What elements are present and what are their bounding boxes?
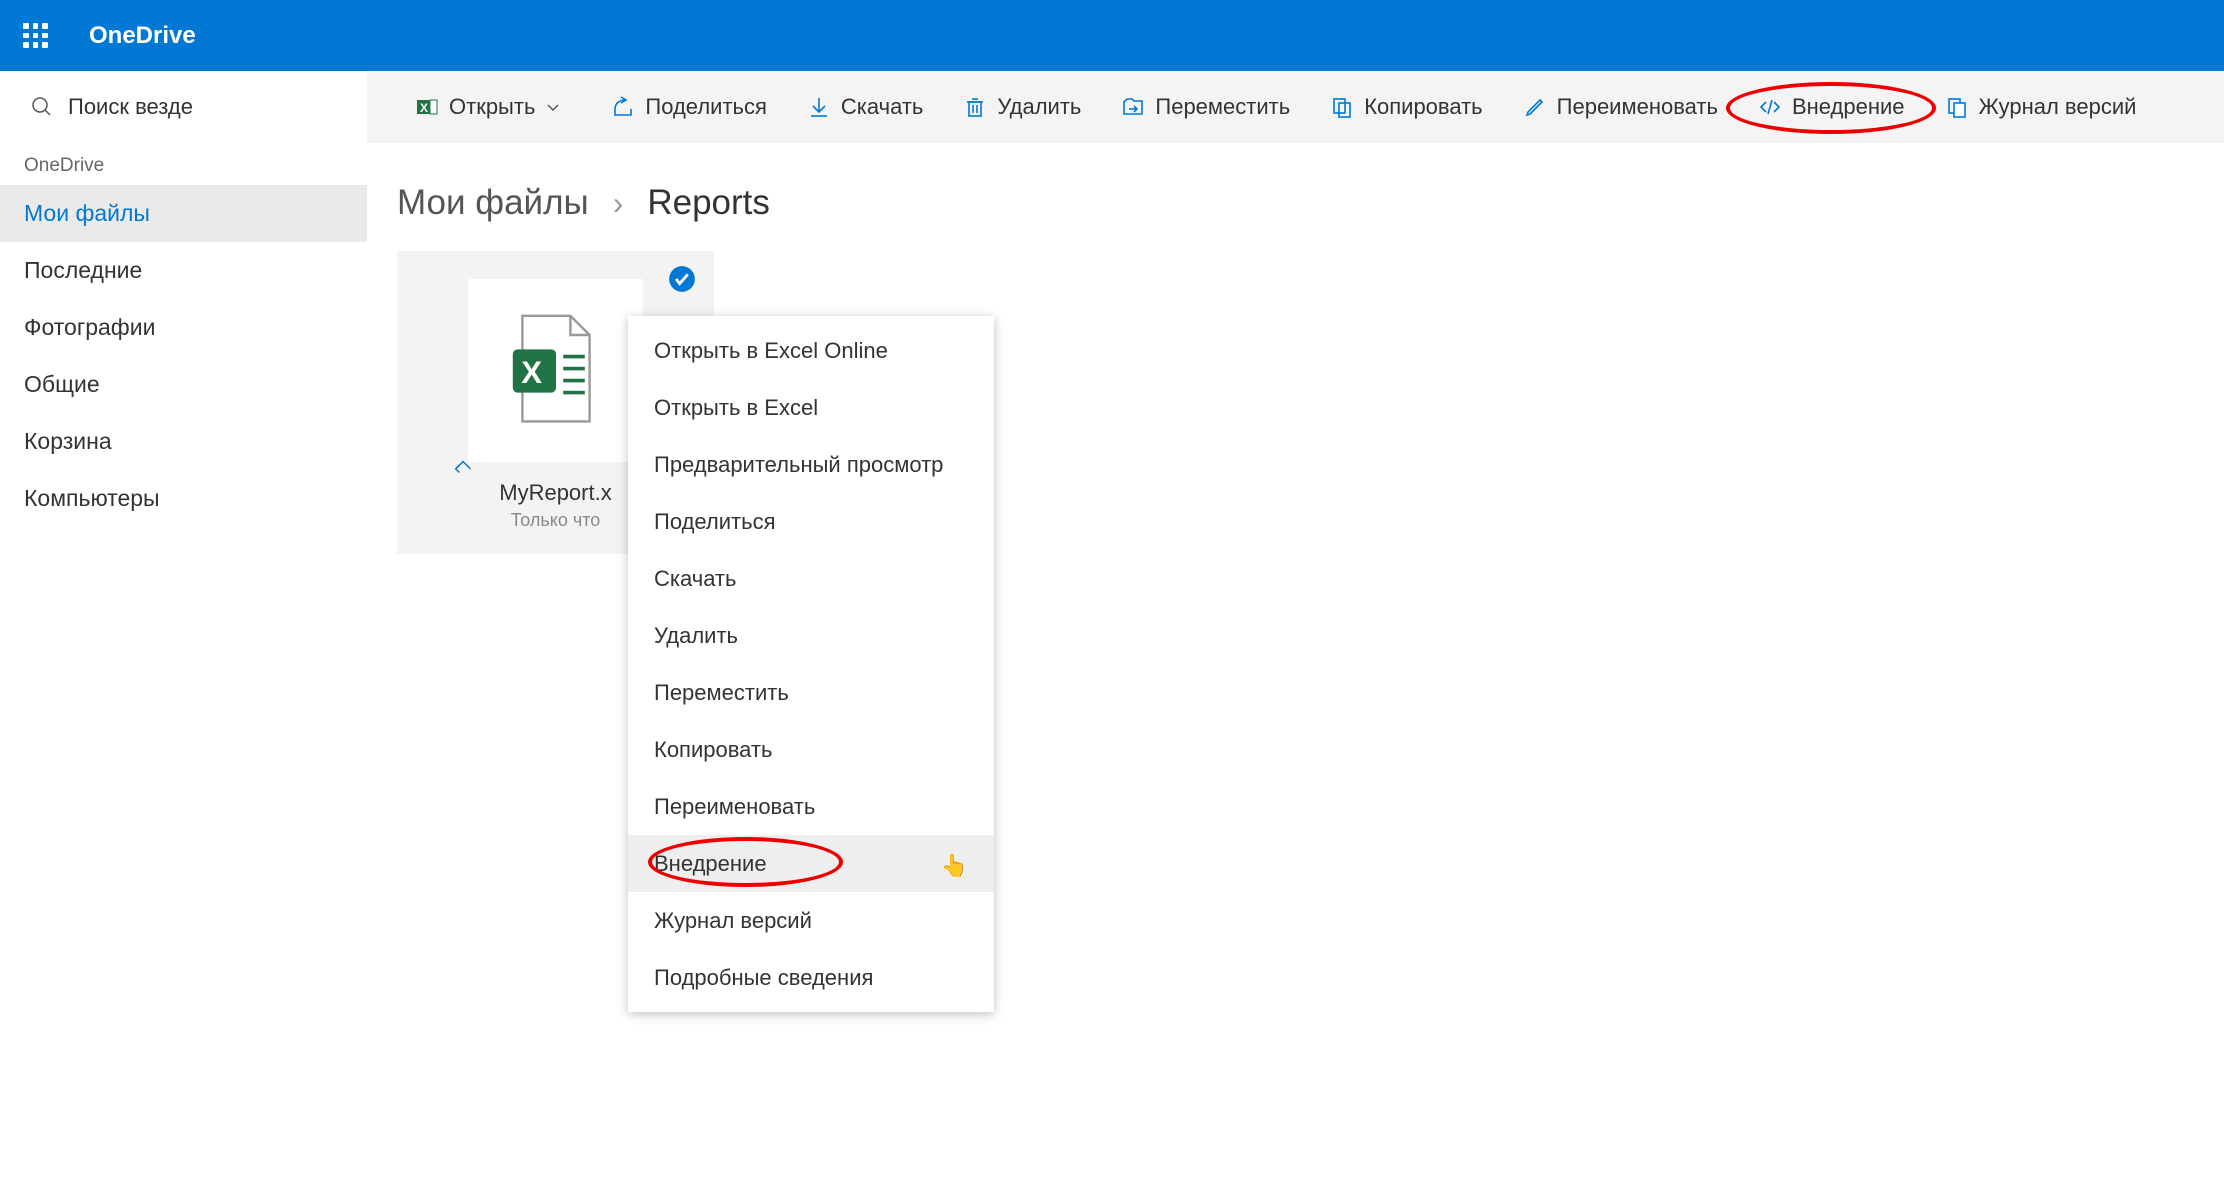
context-menu-item-label: Копировать [654, 737, 772, 763]
context-menu-item-10[interactable]: Журнал версий [628, 892, 994, 949]
search-input[interactable]: Поиск везде [0, 71, 367, 143]
excel-file-icon: X [506, 311, 606, 431]
context-menu-item-0[interactable]: Открыть в Excel Online [628, 322, 994, 379]
context-menu-item-7[interactable]: Копировать [628, 721, 994, 778]
breadcrumb: Мои файлы › Reports [367, 143, 2224, 251]
context-menu-item-label: Переместить [654, 680, 789, 706]
context-menu-item-3[interactable]: Поделиться [628, 493, 994, 550]
share-label: Поделиться [645, 94, 766, 120]
download-button[interactable]: Скачать [789, 85, 942, 129]
move-button[interactable]: Переместить [1103, 85, 1308, 129]
sidebar-item-0[interactable]: Мои файлы [0, 185, 367, 242]
share-button[interactable]: Поделиться [593, 85, 784, 129]
embed-label: Внедрение [1792, 94, 1905, 120]
context-menu-item-label: Подробные сведения [654, 965, 873, 991]
svg-text:X: X [420, 101, 428, 115]
app-launcher-button[interactable] [0, 0, 71, 71]
context-menu-item-label: Журнал версий [654, 908, 812, 934]
share-icon [611, 95, 635, 119]
context-menu-item-label: Переименовать [654, 794, 815, 820]
global-header: OneDrive [0, 0, 2224, 71]
context-menu-item-2[interactable]: Предварительный просмотр [628, 436, 994, 493]
rename-label: Переименовать [1557, 94, 1718, 120]
version-history-icon [1945, 95, 1969, 119]
move-label: Переместить [1155, 94, 1290, 120]
context-menu-item-label: Удалить [654, 623, 738, 649]
search-placeholder: Поиск везде [68, 94, 193, 120]
history-label: Журнал версий [1979, 94, 2137, 120]
copy-button[interactable]: Копировать [1312, 85, 1500, 129]
pointer-cursor-icon: 👆 [941, 853, 968, 879]
open-label: Открыть [449, 94, 535, 120]
context-menu-item-label: Поделиться [654, 509, 775, 535]
context-menu-item-11[interactable]: Подробные сведения [628, 949, 994, 1006]
selected-check-icon [668, 265, 696, 293]
excel-app-icon: X [415, 95, 439, 119]
delete-button[interactable]: Удалить [945, 85, 1099, 129]
command-toolbar: X Открыть Поделиться Скачать [367, 71, 2224, 143]
context-menu-item-5[interactable]: Удалить [628, 607, 994, 664]
copy-label: Копировать [1364, 94, 1482, 120]
chevron-down-icon [545, 99, 561, 115]
context-menu-item-8[interactable]: Переименовать [628, 778, 994, 835]
nav-account-label: OneDrive [0, 143, 367, 185]
sidebar-item-2[interactable]: Фотографии [0, 299, 367, 356]
sidebar-item-3[interactable]: Общие [0, 356, 367, 413]
rename-button[interactable]: Переименовать [1505, 85, 1736, 129]
context-menu-item-4[interactable]: Скачать [628, 550, 994, 607]
embed-button[interactable]: Внедрение [1740, 85, 1923, 129]
context-menu-item-9[interactable]: Внедрение 👆 [628, 835, 994, 892]
context-menu: Открыть в Excel Online Открыть в Excel Пре… [628, 316, 994, 1012]
svg-text:X: X [521, 355, 542, 390]
sidebar-item-4[interactable]: Корзина [0, 413, 367, 470]
context-menu-item-6[interactable]: Переместить [628, 664, 994, 721]
context-menu-item-label: Предварительный просмотр [654, 452, 943, 478]
pencil-icon [1523, 95, 1547, 119]
history-button[interactable]: Журнал версий [1927, 85, 2155, 129]
context-menu-item-label: Открыть в Excel Online [654, 338, 888, 364]
context-menu-item-label: Скачать [654, 566, 737, 592]
embed-icon [1758, 95, 1782, 119]
download-icon [807, 95, 831, 119]
left-column: Поиск везде OneDrive Мои файлыПоследниеФ… [0, 71, 367, 554]
sidebar-item-1[interactable]: Последние [0, 242, 367, 299]
brand-logo[interactable]: OneDrive [89, 22, 196, 50]
breadcrumb-root[interactable]: Мои файлы [397, 183, 589, 223]
open-button[interactable]: X Открыть [397, 85, 589, 129]
file-thumbnail: X [468, 279, 643, 462]
context-menu-item-label: Внедрение [654, 851, 767, 877]
search-icon [30, 95, 54, 119]
sidebar-item-5[interactable]: Компьютеры [0, 470, 367, 527]
shared-indicator-icon [452, 456, 474, 478]
breadcrumb-current[interactable]: Reports [647, 183, 770, 223]
delete-label: Удалить [997, 94, 1081, 120]
trash-icon [963, 95, 987, 119]
breadcrumb-separator: › [613, 185, 624, 222]
waffle-icon [23, 23, 48, 48]
move-icon [1121, 95, 1145, 119]
copy-icon [1330, 95, 1354, 119]
context-menu-item-label: Открыть в Excel [654, 395, 818, 421]
download-label: Скачать [841, 94, 924, 120]
context-menu-item-1[interactable]: Открыть в Excel [628, 379, 994, 436]
